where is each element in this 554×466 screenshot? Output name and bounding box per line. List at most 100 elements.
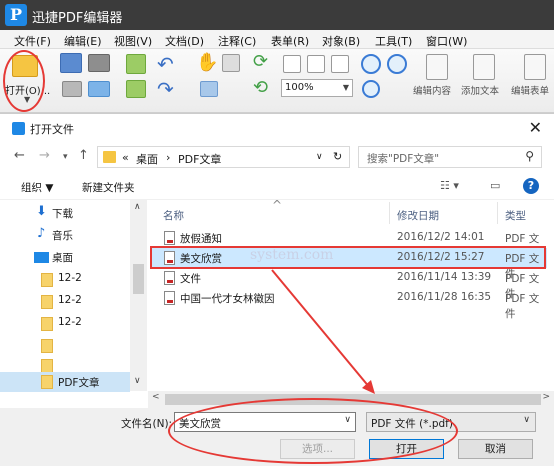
search-input[interactable]: 搜索"PDF文章" ⚲ [358, 146, 542, 168]
folder-icon [41, 359, 53, 373]
folder-icon [41, 273, 53, 287]
organize-button[interactable]: 组织 ▼ [21, 180, 53, 195]
search-placeholder: 搜索"PDF文章" [367, 153, 440, 165]
cancel-button[interactable]: 取消 [458, 439, 533, 459]
annotation-ellipse [168, 398, 458, 464]
file-name: 文件 [180, 273, 201, 285]
folder-icon [41, 339, 53, 353]
fit-page-icon[interactable] [307, 55, 325, 73]
scrollbar-thumb[interactable] [133, 264, 144, 294]
search-icon[interactable]: ⚲ [525, 149, 534, 163]
folder-icon [41, 295, 53, 309]
redo-icon[interactable]: ↷ [157, 77, 174, 101]
file-date: 2016/11/28 16:35 [397, 291, 492, 303]
breadcrumb-current[interactable]: PDF文章 [178, 151, 221, 167]
scroll-right-icon[interactable]: > [542, 392, 550, 402]
breadcrumb-desktop[interactable]: 桌面 [136, 151, 158, 167]
file-row[interactable]: 中国一代才女林徽因 2016/11/28 16:35 PDF 文件 [152, 288, 547, 320]
menu-comment[interactable]: 注释(C) [218, 33, 256, 49]
nav-item-label: 12-2 [58, 316, 82, 328]
actual-size-icon[interactable] [283, 55, 301, 73]
add-text-icon[interactable] [473, 54, 495, 80]
preview-pane-icon[interactable]: ▭ [490, 179, 500, 192]
chevron-down-icon[interactable]: ∨ [316, 152, 323, 162]
snapshot-icon[interactable] [200, 81, 218, 97]
print-icon[interactable] [88, 54, 110, 72]
dialog-app-icon [12, 122, 25, 135]
scroll-up-icon[interactable]: ∧ [134, 202, 141, 212]
view-options-icon[interactable]: ☷ ▾ [440, 179, 459, 192]
rotate-back-icon[interactable]: ⟲ [253, 77, 268, 98]
insert-page-icon[interactable] [126, 80, 146, 98]
select-text-icon[interactable] [222, 54, 240, 72]
nav-item-downloads[interactable]: ⬇ 下载 [0, 202, 130, 224]
menu-file[interactable]: 文件(F) [14, 33, 51, 49]
chevron-down-icon: ▼ [342, 83, 349, 92]
zoom-tool-icon[interactable] [362, 80, 380, 98]
menu-view[interactable]: 视图(V) [114, 33, 152, 49]
file-type: PDF 文件 [505, 293, 540, 320]
save-icon[interactable] [60, 53, 82, 73]
nav-item-desktop[interactable]: 桌面 [0, 246, 130, 268]
folder-icon [103, 151, 116, 163]
up-arrow-icon[interactable]: ↑ [78, 148, 89, 163]
nav-item-folder[interactable]: 12-2 [0, 290, 130, 312]
refresh-icon[interactable]: ↻ [333, 150, 342, 163]
add-text-label[interactable]: 添加文本 [461, 83, 499, 97]
file-date: 2016/11/14 13:39 [397, 271, 492, 283]
column-header-name[interactable]: 名称 [163, 208, 184, 223]
email-icon[interactable] [88, 81, 110, 97]
desktop-icon [34, 252, 49, 263]
nav-item-pdf-folder[interactable]: PDF文章 [0, 372, 130, 392]
column-separator[interactable] [389, 202, 390, 224]
nav-item-folder[interactable] [0, 334, 130, 356]
menu-tools[interactable]: 工具(T) [375, 33, 412, 49]
zoom-value: 100% [285, 82, 314, 93]
edit-content-icon[interactable] [426, 54, 448, 80]
rotate-icon[interactable]: ⟳ [253, 51, 268, 72]
zoom-combo[interactable]: 100% ▼ [281, 79, 353, 97]
zoom-out-icon[interactable] [387, 54, 407, 74]
menu-edit[interactable]: 编辑(E) [64, 33, 102, 49]
nav-item-label: 12-2 [58, 294, 82, 306]
address-bar[interactable]: « 桌面 › PDF文章 ∨ ↻ [97, 146, 350, 168]
nav-item-folder[interactable]: 12-2 [0, 312, 130, 334]
edit-content-label[interactable]: 编辑内容 [413, 83, 451, 97]
zoom-in-icon[interactable] [361, 54, 381, 74]
column-separator[interactable] [497, 202, 498, 224]
file-row[interactable]: 文件 2016/11/14 13:39 PDF 文件 [152, 268, 547, 300]
fit-width-icon[interactable] [331, 55, 349, 73]
music-icon: ♪ [37, 226, 46, 241]
download-icon: ⬇ [36, 204, 47, 219]
dialog-title: 打开文件 [30, 123, 74, 136]
column-header-date[interactable]: 修改日期 [397, 208, 439, 223]
scan-icon[interactable] [62, 81, 82, 97]
new-folder-button[interactable]: 新建文件夹 [82, 180, 135, 195]
scroll-down-icon[interactable]: ∨ [134, 376, 141, 386]
back-arrow-icon[interactable]: ← [14, 148, 25, 163]
close-icon[interactable]: ✕ [529, 118, 542, 137]
pdf-file-icon [164, 231, 175, 245]
hand-tool-icon[interactable]: ✋ [196, 52, 218, 73]
breadcrumb-prefix[interactable]: « [122, 151, 129, 164]
menu-document[interactable]: 文档(D) [165, 33, 204, 49]
scroll-left-icon[interactable]: < [152, 392, 160, 402]
undo-icon[interactable]: ↶ [157, 52, 174, 76]
extract-page-icon[interactable] [126, 54, 146, 74]
annotation-circle [3, 50, 45, 112]
file-row[interactable]: 放假通知 2016/12/2 14:01 PDF 文件 [152, 228, 547, 260]
edit-form-icon[interactable] [524, 54, 546, 80]
nav-item-music[interactable]: ♪ 音乐 [0, 224, 130, 246]
recent-dropdown-icon[interactable]: ▾ [63, 152, 68, 162]
help-icon[interactable]: ? [523, 178, 539, 194]
menu-window[interactable]: 窗口(W) [426, 33, 467, 49]
menu-object[interactable]: 对象(B) [322, 33, 360, 49]
nav-item-folder[interactable]: 12-2 [0, 268, 130, 290]
forward-arrow-icon[interactable]: → [39, 148, 50, 163]
pdf-file-icon [164, 271, 175, 285]
file-list: ^ 名称 修改日期 类型 放假通知 2016/12/2 14:01 PDF 文件… [152, 198, 554, 391]
nav-pane-scrollbar[interactable]: ∧ ∨ [130, 200, 147, 391]
edit-form-label[interactable]: 编辑表单 [511, 83, 549, 97]
column-header-type[interactable]: 类型 [505, 208, 526, 223]
menu-form[interactable]: 表单(R) [271, 33, 309, 49]
